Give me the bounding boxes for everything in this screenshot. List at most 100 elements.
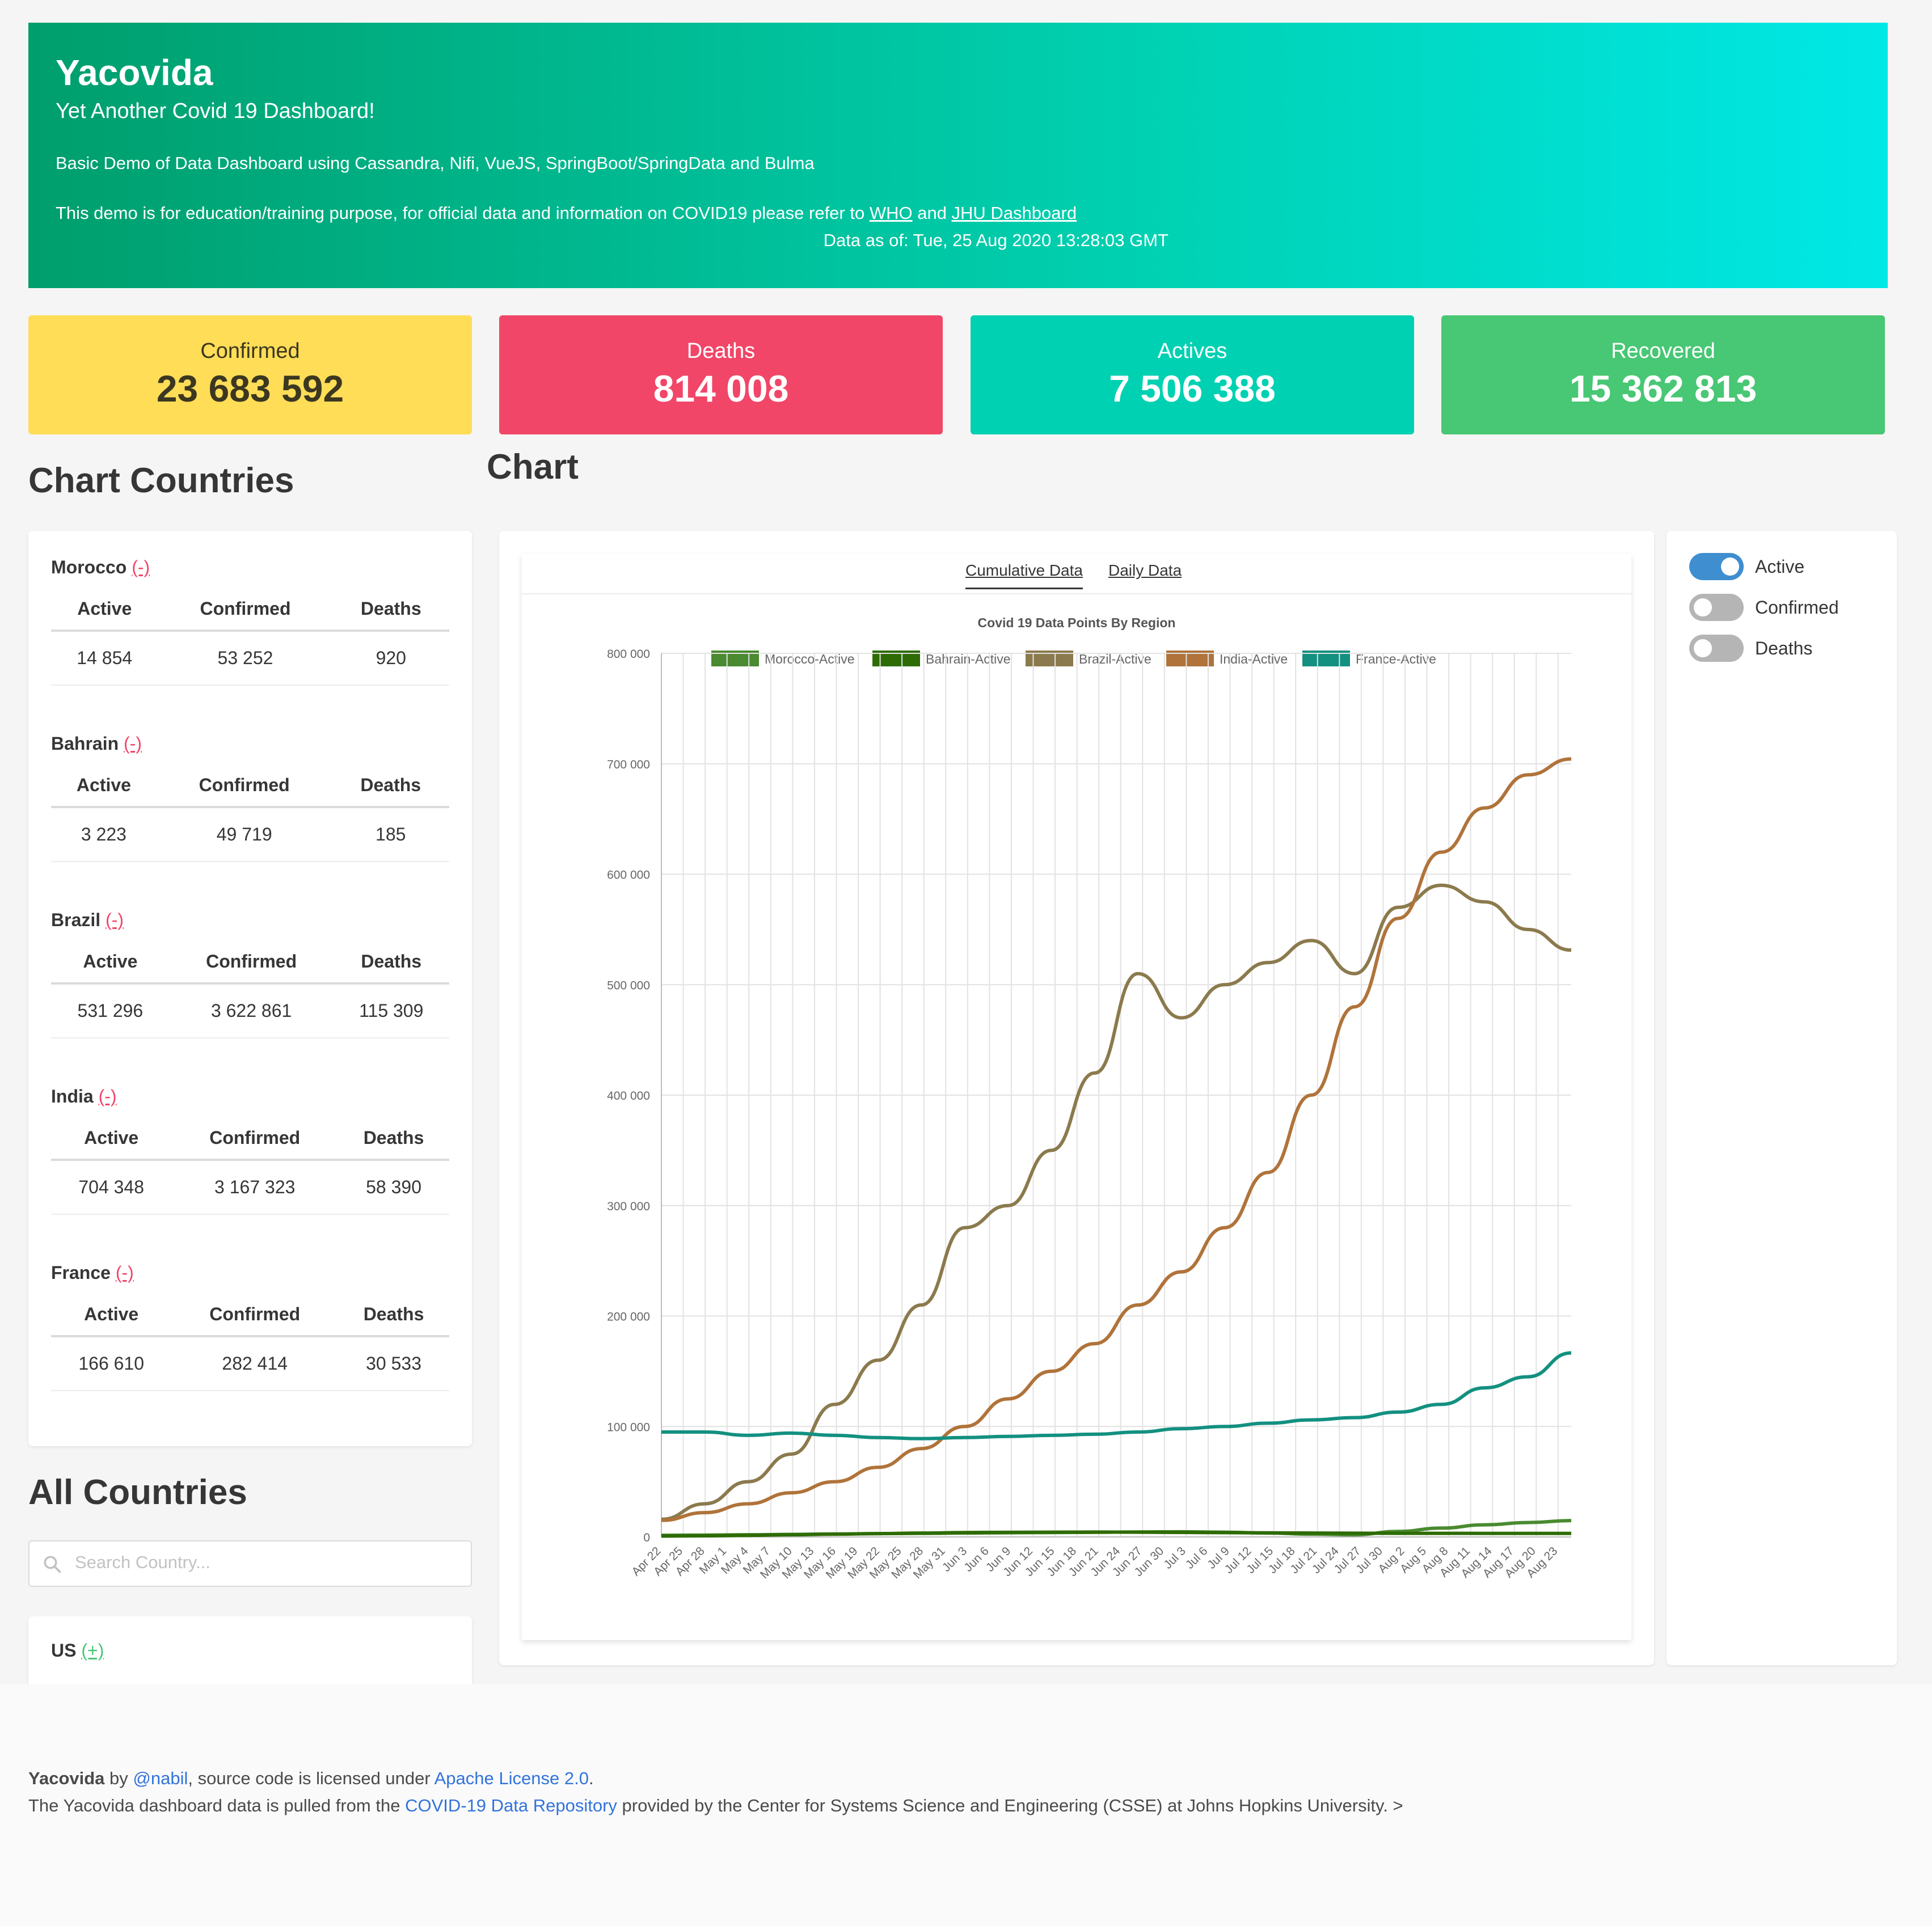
confirmed-cell: 282 414 [171,1336,339,1391]
deaths-value: 814 008 [653,368,789,409]
y-tick-label: 100 000 [607,1421,650,1434]
switch-knob [1721,557,1739,576]
footer: Yacovida by @nabil, source code is licen… [0,1684,1932,1926]
country-stats-table: Active Confirmed Deaths 531 296 3 622 861 115… [51,951,449,1038]
column-header: Confirmed [169,951,334,985]
footer-data-line: The Yacovida dashboard data is pulled fr… [28,1796,1403,1816]
hero-banner: Yacovida Yet Another Covid 19 Dashboard!… [28,23,1888,288]
search-country-input[interactable] [74,1552,462,1573]
chart-country-block: France (-) Active Confirmed Deaths 166 610 28… [51,1262,449,1391]
toggle-deaths-label: Deaths [1755,637,1813,658]
remove-country-link[interactable]: (-) [106,910,124,930]
chart-country-block: Bahrain (-) Active Confirmed Deaths 3 223 49 … [51,733,449,862]
chart-panel: Cumulative Data Daily Data Covid 19 Data… [499,531,1654,1665]
deaths-cell: 185 [332,807,449,862]
recovered-stat-card: Recovered 15 362 813 [1441,315,1885,434]
chart-card: Cumulative Data Daily Data Covid 19 Data… [522,554,1631,1640]
deaths-switch[interactable] [1689,635,1744,662]
series-line [661,883,1572,1521]
series-line [661,1351,1572,1441]
y-tick-label: 800 000 [607,648,650,661]
active-cell: 166 610 [51,1336,172,1391]
disclaimer-text: This demo is for education/training purp… [56,202,870,223]
chart-tabs: Cumulative Data Daily Data [522,554,1631,594]
toggle-confirmed[interactable]: Confirmed [1689,592,1839,623]
tab-cumulative-data[interactable]: Cumulative Data [965,561,1083,589]
table-row: 14 854 53 252 920 [51,631,449,686]
remove-country-link[interactable]: (-) [116,1262,134,1283]
data-prefix: The Yacovida dashboard data is pulled fr… [28,1796,406,1815]
deaths-cell: 115 309 [333,983,449,1038]
add-country-link[interactable]: (+) [81,1640,104,1661]
column-header: Confirmed [158,598,333,632]
confirmed-value: 23 683 592 [156,368,344,409]
column-header: Deaths [332,775,449,808]
covid-line-chart: Covid 19 Data Points By RegionMorocco-Ac… [607,615,1572,1581]
column-header: Active [51,1304,172,1337]
y-tick-label: 0 [643,1531,650,1544]
chart-countries-panel: Morocco (-) Active Confirmed Deaths 14 854 53… [28,531,472,1446]
chart-title: Covid 19 Data Points By Region [978,615,1176,630]
country-stats-table: Active Confirmed Deaths 14 854 53 252 920 [51,598,449,686]
y-tick-label: 500 000 [607,979,650,992]
toggle-active[interactable]: Active [1689,551,1804,582]
app-title: Yacovida [56,52,213,93]
country-name: US [51,1640,77,1661]
remove-country-link[interactable]: (-) [132,557,150,577]
column-header: Deaths [338,1304,449,1337]
country-name-row: France (-) [51,1262,449,1283]
y-tick-label: 300 000 [607,1200,650,1213]
confirmed-cell: 49 719 [156,807,332,862]
country-name-row: Bahrain (-) [51,733,449,754]
search-icon [44,1556,61,1573]
confirmed-cell: 3 622 861 [169,983,334,1038]
series-line [661,1530,1572,1538]
all-countries-heading: All Countries [28,1473,247,1512]
remove-country-link[interactable]: (-) [99,1086,117,1106]
switch-knob [1694,639,1712,657]
x-tick-label: Jul 3 [1161,1544,1188,1572]
switch-knob [1694,598,1712,616]
app-subtitle: Yet Another Covid 19 Dashboard! [56,99,375,123]
footer-license-line: Yacovida by @nabil, source code is licen… [28,1768,594,1789]
country-name-row: Morocco (-) [51,557,449,578]
column-header: Deaths [338,1127,449,1161]
y-tick-label: 400 000 [607,1089,650,1103]
country-name-row: Brazil (-) [51,910,449,931]
chart-country-block: Morocco (-) Active Confirmed Deaths 14 854 53… [51,557,449,686]
country-stats-table: Active Confirmed Deaths 166 610 282 414 30 53… [51,1304,449,1391]
column-header: Confirmed [156,775,332,808]
active-switch[interactable] [1689,553,1744,580]
y-tick-label: 700 000 [607,758,650,771]
country-name-row: India (-) [51,1086,449,1107]
table-row: 166 610 282 414 30 533 [51,1336,449,1391]
column-header: Active [51,951,170,985]
table-row: 704 348 3 167 323 58 390 [51,1160,449,1215]
country-name: France [51,1262,111,1283]
column-header: Active [51,1127,172,1161]
active-cell: 531 296 [51,983,170,1038]
active-cell: 704 348 [51,1160,172,1215]
y-tick-label: 200 000 [607,1311,650,1324]
confirmed-cell: 53 252 [158,631,333,686]
confirmed-switch[interactable] [1689,594,1744,621]
toggle-confirmed-label: Confirmed [1755,597,1839,618]
who-link[interactable]: WHO [870,203,913,223]
toggle-deaths[interactable]: Deaths [1689,633,1812,664]
author-link[interactable]: @nabil [133,1768,188,1788]
license-link[interactable]: Apache License 2.0 [435,1768,589,1788]
country-name: Morocco [51,557,127,577]
toggles-panel [1667,531,1897,1665]
tab-daily-data[interactable]: Daily Data [1108,561,1182,580]
remove-country-link[interactable]: (-) [124,733,142,754]
license-prefix: , source code is licensed under [188,1768,435,1788]
column-header: Active [51,775,157,808]
actives-stat-card: Actives 7 506 388 [971,315,1414,434]
country-stats-table: Active Confirmed Deaths 3 223 49 719 185 [51,775,449,862]
jhu-dashboard-link[interactable]: JHU Dashboard [952,203,1077,223]
x-tick-label: Jun 3 [940,1544,970,1574]
data-as-of: Data as of: Tue, 25 Aug 2020 13:28:03 GM… [823,230,1169,250]
footer-brand: Yacovida [28,1768,105,1788]
repo-link[interactable]: COVID-19 Data Repository [405,1796,617,1815]
table-row: 531 296 3 622 861 115 309 [51,983,449,1038]
